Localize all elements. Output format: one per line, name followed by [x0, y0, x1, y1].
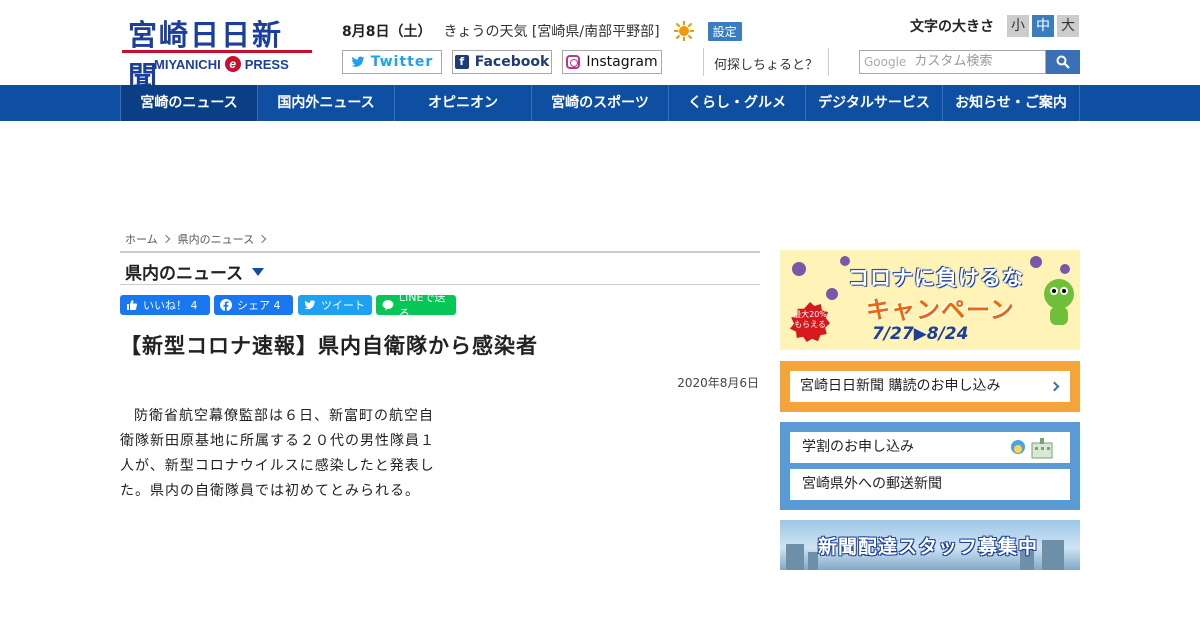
search-icon	[1056, 55, 1070, 69]
share-label: シェア 4	[237, 299, 281, 312]
logo-en-left: MIYANICHI	[154, 56, 221, 72]
logo-e-icon: e	[224, 56, 241, 72]
instagram-icon	[566, 55, 581, 69]
facebook-circle-icon	[220, 299, 232, 311]
chevron-right-icon	[1049, 381, 1060, 392]
weather-settings-button[interactable]: 設定	[707, 21, 742, 41]
breadcrumb-home[interactable]: ホーム	[125, 231, 158, 247]
twitter-icon	[304, 300, 316, 310]
mail-delivery-label: 宮崎県外への郵送新聞	[802, 476, 942, 492]
twitter-label: Twitter	[370, 54, 434, 70]
corona-campaign-banner[interactable]: 最大20%もらえる コロナに負けるな キャンペーン 7/27▶8/24	[780, 250, 1080, 350]
campaign-badge: 最大20%もらえる	[790, 302, 830, 342]
line-label: LINEで送る	[398, 291, 446, 320]
facebook-follow-button[interactable]: f Facebook	[452, 50, 552, 74]
mascot-icon	[1044, 279, 1074, 325]
tweet-button[interactable]: ツイート	[298, 295, 372, 315]
instagram-label: Instagram	[586, 54, 658, 70]
font-size-medium-button[interactable]: 中	[1032, 15, 1054, 37]
logo-en-right: PRESS	[244, 56, 289, 72]
campaign-dates: 7/27▶8/24	[872, 324, 969, 344]
main-nav: 宮崎のニュース 国内外ニュース オピニオン 宮崎のスポーツ くらし・グルメ デジ…	[0, 85, 1200, 121]
nav-digital-services[interactable]: デジタルサービス	[806, 85, 943, 121]
skyline-decoration	[786, 544, 804, 570]
article-title: 【新型コロナ速報】県内自衛隊から感染者	[120, 334, 538, 358]
font-size-small-button[interactable]: 小	[1007, 15, 1029, 37]
like-label: いいね！ 4	[143, 299, 198, 312]
site-logo[interactable]: 宮崎日日新聞 MIYANICHI e PRESS	[122, 12, 312, 94]
delivery-staff-recruit-banner[interactable]: 新聞配達スタッフ募集中	[780, 520, 1080, 570]
nav-miyazaki-news[interactable]: 宮崎のニュース	[120, 85, 258, 121]
virus-decoration-icon	[1060, 264, 1070, 274]
facebook-share-button[interactable]: シェア 4	[214, 295, 293, 315]
section-header: 県内のニュース	[120, 251, 760, 285]
nav-notices[interactable]: お知らせ・ご案内	[943, 85, 1080, 121]
weather-location: きょうの天気 [宮崎県/南部平野部]	[443, 24, 660, 40]
font-size-large-button[interactable]: 大	[1057, 15, 1079, 37]
chevron-right-icon	[257, 234, 267, 244]
campaign-title-line1: コロナに負けるな	[848, 266, 1024, 290]
line-icon	[382, 300, 394, 311]
nav-sports[interactable]: 宮崎のスポーツ	[532, 85, 669, 121]
student-discount-link[interactable]: 学割のお申し込み	[790, 432, 1070, 463]
mail-delivery-link[interactable]: 宮崎県外への郵送新聞	[790, 469, 1070, 500]
facebook-icon: f	[454, 55, 469, 69]
breadcrumb: ホーム 県内のニュース	[125, 231, 274, 247]
font-size-control: 文字の大きさ 小 中 大	[910, 15, 1079, 37]
sun-icon	[673, 21, 694, 41]
header-divider	[703, 48, 704, 76]
search-button[interactable]	[1046, 50, 1080, 74]
virus-decoration-icon	[1030, 256, 1042, 268]
search-input[interactable]: Google カスタム検索	[859, 50, 1046, 74]
virus-decoration-icon	[826, 288, 838, 300]
subscribe-banner[interactable]: 宮崎日日新聞 購読のお申し込み	[780, 361, 1080, 412]
search-placeholder: カスタム検索	[914, 54, 993, 69]
logo-text-en: MIYANICHI e PRESS	[154, 56, 289, 72]
nav-opinion[interactable]: オピニオン	[395, 85, 532, 121]
virus-decoration-icon	[792, 262, 806, 276]
school-mascot-icon	[1011, 438, 1053, 459]
article-date: 2020年8月6日	[677, 376, 759, 390]
tweet-label: ツイート	[321, 299, 365, 312]
google-logo: Google	[864, 55, 907, 69]
search-hint: 何探しちょると？	[714, 58, 819, 73]
student-discount-label: 学割のお申し込み	[802, 439, 914, 455]
thumbs-up-icon	[127, 300, 138, 310]
twitter-icon	[351, 56, 365, 67]
logo-text-jp: 宮崎日日新聞	[128, 18, 284, 94]
section-title[interactable]: 県内のニュース	[125, 259, 265, 284]
today-date: 8月8日（土）	[342, 24, 432, 40]
line-share-button[interactable]: LINEで送る	[376, 291, 456, 320]
campaign-title-line2: キャンペーン	[866, 296, 1015, 324]
font-size-label: 文字の大きさ	[910, 19, 994, 35]
twitter-follow-button[interactable]: Twitter	[342, 50, 442, 74]
facebook-like-button[interactable]: いいね！ 4	[120, 295, 210, 315]
instagram-follow-button[interactable]: Instagram	[562, 50, 662, 74]
logo-underline	[122, 50, 312, 53]
caret-down-icon	[252, 267, 265, 276]
section-title-text: 県内のニュース	[125, 264, 244, 284]
header-divider	[828, 48, 829, 76]
article-body: 防衛省航空幕僚監部は６日、新富町の航空自衛隊新田原基地に所属する２０代の男性隊員…	[120, 408, 435, 499]
skyline-decoration	[808, 552, 818, 570]
skyline-decoration	[1042, 540, 1064, 570]
staff-recruit-text: 新聞配達スタッフ募集中	[818, 536, 1039, 558]
nav-domestic-news[interactable]: 国内外ニュース	[258, 85, 395, 121]
nav-life-gourmet[interactable]: くらし・グルメ	[669, 85, 806, 121]
facebook-label: Facebook	[474, 54, 550, 70]
breadcrumb-local-news[interactable]: 県内のニュース	[178, 231, 254, 247]
chevron-right-icon	[161, 234, 170, 244]
weather-bar: 8月8日（土） きょうの天気 [宮崎県/南部平野部] 設定	[342, 21, 742, 41]
subscription-options-box: 学割のお申し込み 宮崎県外への郵送新聞	[780, 422, 1080, 510]
subscribe-label: 宮崎日日新聞 購読のお申し込み	[800, 378, 1001, 394]
